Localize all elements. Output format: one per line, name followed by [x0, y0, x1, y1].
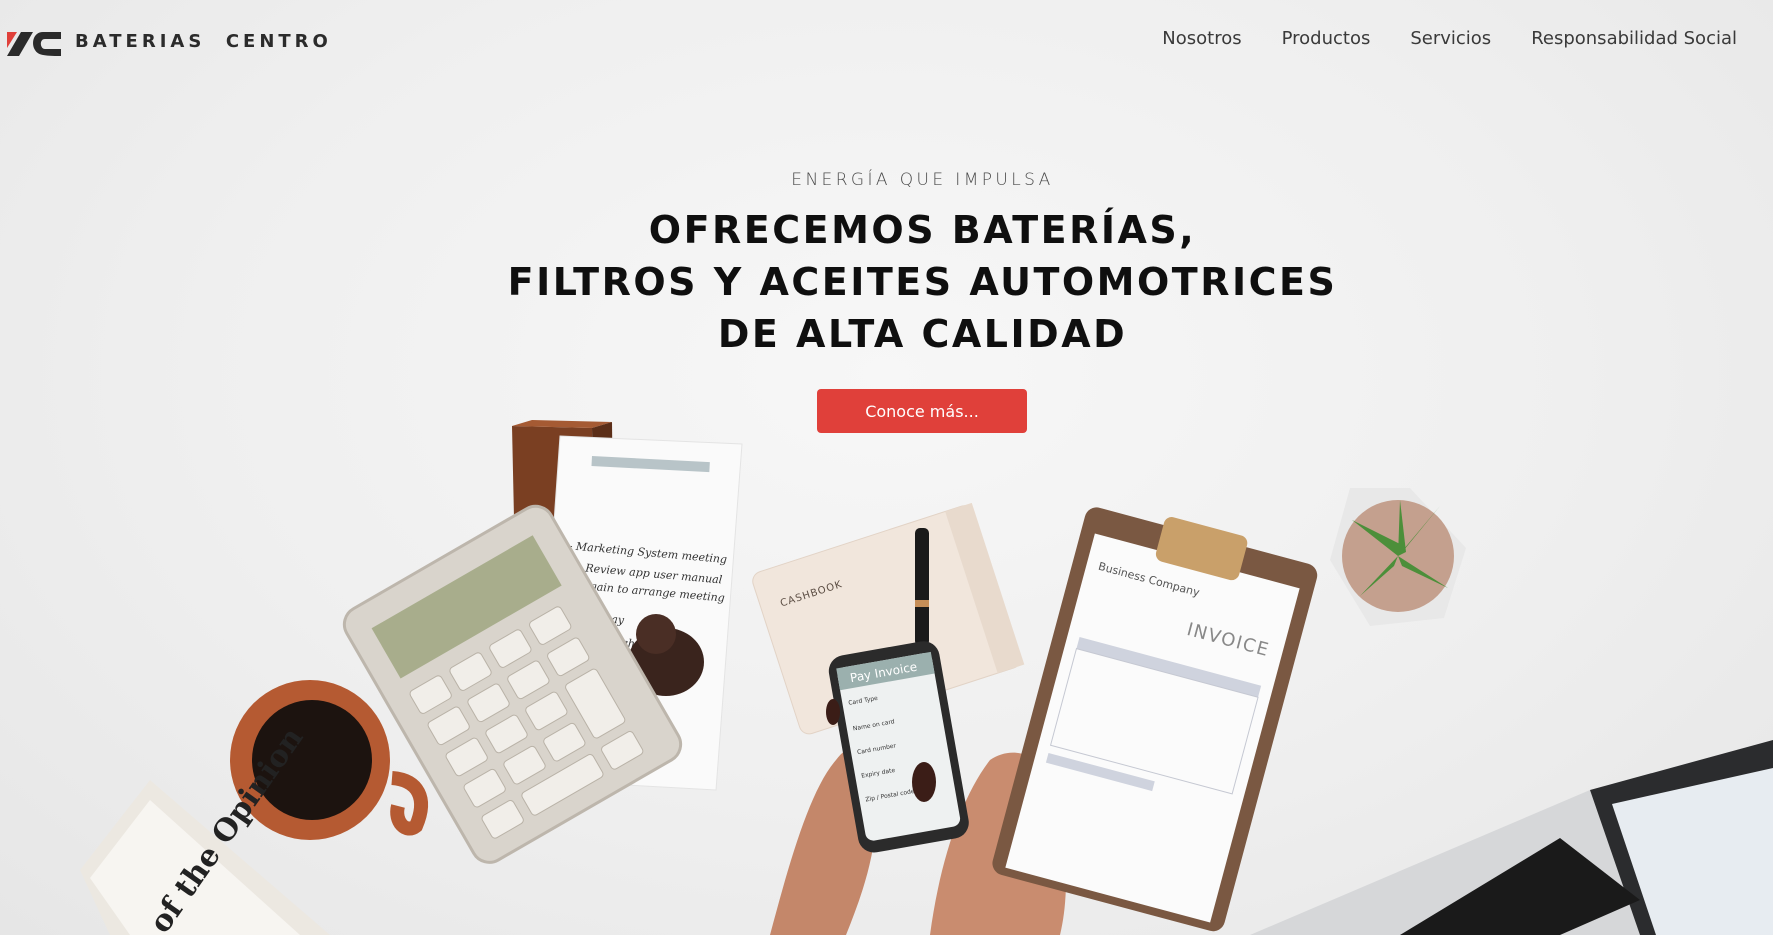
laptop-image — [1250, 740, 1773, 935]
hero-eyebrow: ENERGÍA QUE IMPULSA — [791, 170, 1054, 190]
pen-image — [915, 528, 929, 646]
learn-more-button[interactable]: Conoce más... — [817, 389, 1027, 433]
hero-headline: OFRECEMOS BATERÍAS, FILTROS Y ACEITES AU… — [0, 204, 1773, 360]
brand-name: BATERIAS CENTRO — [75, 30, 332, 52]
headline-line-2: FILTROS Y ACEITES AUTOMOTRICES — [507, 260, 1338, 304]
main-nav: Nosotros Productos Servicios Responsabil… — [1162, 28, 1737, 49]
nav-item-servicios[interactable]: Servicios — [1410, 28, 1491, 49]
office-desk-flatlay-image: 9:30 am - Marketing System meeting 12:15… — [80, 420, 1773, 935]
headline-line-3: DE ALTA CALIDAD — [717, 312, 1128, 356]
page: 9:30 am - Marketing System meeting 12:15… — [0, 0, 1773, 935]
brand-logo[interactable]: BATERIAS CENTRO — [7, 26, 332, 56]
nav-item-responsabilidad-social[interactable]: Responsabilidad Social — [1531, 28, 1737, 49]
nav-item-productos[interactable]: Productos — [1282, 28, 1371, 49]
nav-item-nosotros[interactable]: Nosotros — [1162, 28, 1241, 49]
succulent-plant-image — [1330, 488, 1466, 626]
headline-line-1: OFRECEMOS BATERÍAS, — [648, 208, 1197, 252]
hero-section: 9:30 am - Marketing System meeting 12:15… — [0, 0, 1773, 935]
clipboard-invoice-image: Business Company INVOICE — [992, 507, 1318, 932]
site-header: BATERIAS CENTRO Nosotros Productos Servi… — [0, 0, 1773, 80]
bc-logo-icon — [7, 32, 61, 56]
